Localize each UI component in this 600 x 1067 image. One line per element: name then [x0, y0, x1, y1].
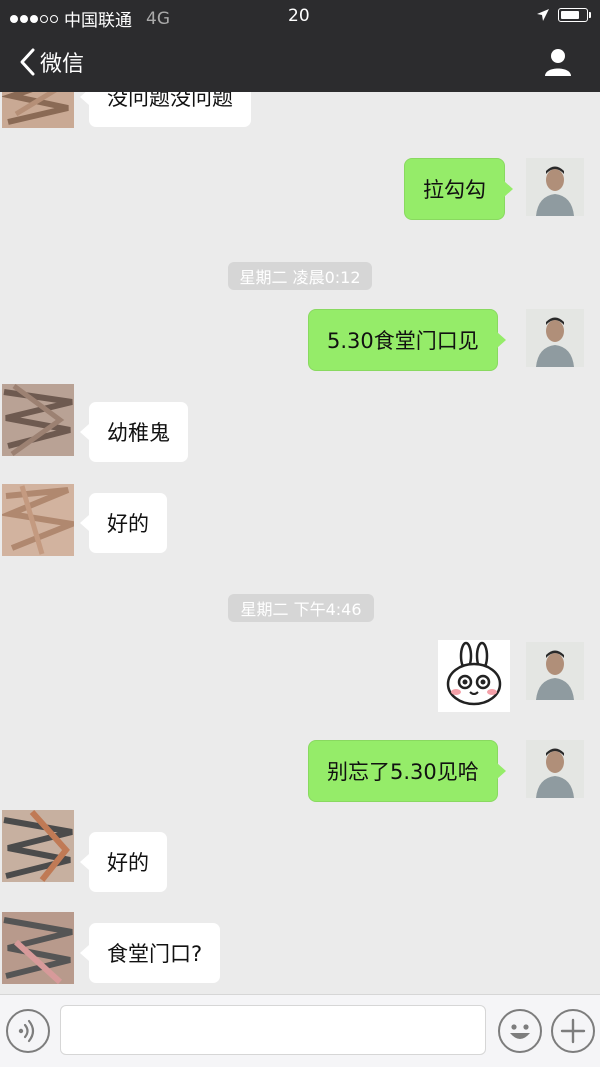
friend-avatar[interactable] [2, 384, 74, 456]
status-bar: 中国联通 4G 20 [0, 0, 600, 34]
input-bar [0, 994, 600, 1067]
scribbled-avatar-icon [2, 484, 74, 556]
status-time: 20 [288, 6, 310, 26]
chevron-left-icon [20, 48, 35, 76]
scribbled-avatar-icon [2, 810, 74, 882]
message-bubble[interactable]: 好的 [80, 831, 168, 893]
message-bubble[interactable]: 好的 [80, 492, 168, 554]
voice-icon [18, 1019, 35, 1043]
plus-icon [560, 1018, 586, 1044]
timestamp: 星期二 下午4:46 [228, 594, 374, 622]
person-photo-icon [526, 740, 584, 798]
chat-profile-button[interactable] [542, 46, 574, 78]
status-bar-left: 中国联通 4G [10, 6, 170, 31]
friend-avatar[interactable] [2, 484, 74, 556]
person-photo-icon [526, 642, 584, 700]
battery-icon [558, 8, 591, 22]
message-bubble[interactable]: 幼稚鬼 [80, 401, 189, 463]
network-type: 4G [146, 8, 170, 29]
self-avatar[interactable] [526, 642, 584, 700]
scribbled-avatar-icon [2, 92, 74, 128]
message-bubble[interactable]: 5.30食堂门口见 [308, 309, 506, 371]
status-bar-right [536, 8, 591, 22]
timestamp: 星期二 凌晨0:12 [228, 262, 372, 290]
message-bubble[interactable]: 食堂门口? [79, 922, 222, 984]
friend-avatar[interactable] [2, 912, 74, 984]
self-avatar[interactable] [526, 309, 584, 367]
friend-avatar[interactable] [2, 92, 74, 128]
carrier-name: 中国联通 [64, 11, 132, 31]
chat-area[interactable]: 没问题没问题 拉勾勾 星期二 凌晨0:12 5.30食堂门口见 幼稚鬼 好的 星… [0, 92, 600, 994]
signal-strength-icon [10, 14, 58, 23]
person-icon [545, 49, 571, 76]
scribbled-avatar-icon [2, 384, 74, 456]
message-input[interactable] [60, 1005, 486, 1055]
emoji-button[interactable] [498, 1009, 542, 1053]
friend-avatar[interactable] [2, 810, 74, 882]
back-label: 微信 [40, 52, 85, 77]
emoji-icon [510, 1024, 530, 1039]
person-photo-icon [526, 158, 584, 216]
message-bubble[interactable]: 拉勾勾 [404, 158, 513, 220]
person-photo-icon [526, 309, 584, 367]
scribbled-avatar-icon [2, 912, 74, 984]
nav-bar: 微信 [0, 34, 600, 92]
bunny-sticker[interactable] [438, 640, 510, 712]
message-bubble[interactable]: 没问题没问题 [80, 92, 252, 128]
back-button[interactable]: 微信 [18, 46, 84, 78]
self-avatar[interactable] [526, 158, 584, 216]
plus-button[interactable] [551, 1009, 595, 1053]
bunny-sticker-icon [438, 640, 510, 712]
location-arrow-icon [537, 9, 549, 21]
message-bubble[interactable]: 别忘了5.30见哈 [308, 740, 506, 802]
self-avatar[interactable] [526, 740, 584, 798]
voice-button[interactable] [6, 1009, 50, 1053]
